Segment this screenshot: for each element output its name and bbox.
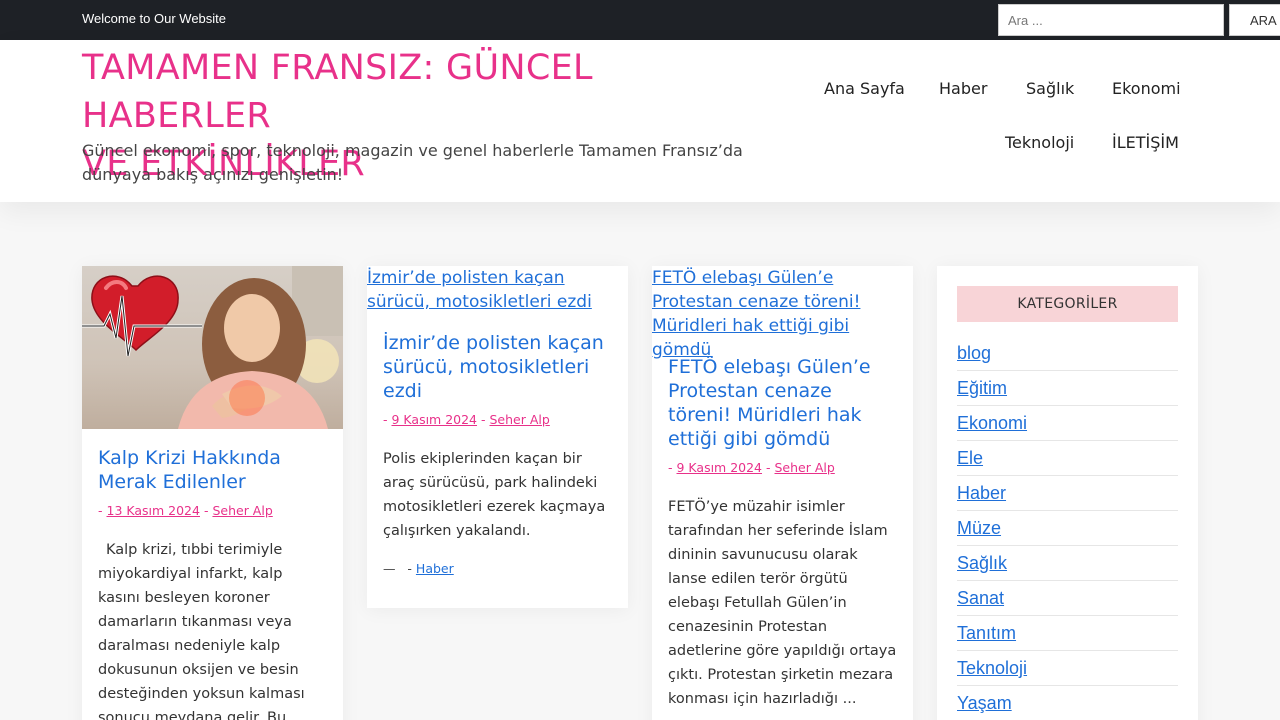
- list-item: Eğitim: [957, 371, 1178, 406]
- nav-item-saglik[interactable]: Sağlık: [1026, 79, 1074, 98]
- post-excerpt: Polis ekiplerinden kaçan bir araç sürücü…: [383, 451, 606, 539]
- post-image-broken[interactable]: İzmir’de polisten kaçan sürücü, motosikl…: [367, 266, 628, 314]
- post-title: İzmir’de polisten kaçan sürücü, motosikl…: [383, 331, 613, 403]
- heart-attack-illustration: [82, 266, 343, 429]
- nav-item-haber[interactable]: Haber: [939, 79, 987, 98]
- post-date-link[interactable]: 13 Kasım 2024: [107, 503, 200, 518]
- category-link-muze[interactable]: Müze: [957, 518, 1001, 539]
- category-link-tanitim[interactable]: Tanıtım: [957, 623, 1016, 644]
- post-author-link[interactable]: Seher Alp: [212, 503, 272, 518]
- top-bar: Welcome to Our Website ARA: [0, 0, 1280, 40]
- category-link-sanat[interactable]: Sanat: [957, 588, 1004, 609]
- post-thumbnail[interactable]: [82, 266, 343, 429]
- post-title: Kalp Krizi Hakkında Merak Edilenler: [98, 446, 328, 494]
- nav-item-ana-sayfa[interactable]: Ana Sayfa: [824, 79, 905, 98]
- list-item: blog: [957, 336, 1178, 371]
- sidebar-categories-widget: KATEGORİLER blog Eğitim Ekonomi Ele Habe…: [937, 266, 1198, 720]
- list-item: Teknoloji: [957, 651, 1178, 686]
- post-image-broken[interactable]: FETÖ elebaşı Gülen’e Protestan cenaze tö…: [652, 266, 913, 362]
- site-header: TAMAMEN FRANSIZ: GÜNCEL HABERLER VE ETKİ…: [0, 40, 1280, 202]
- category-link-ele[interactable]: Ele: [957, 448, 983, 469]
- category-link-egitim[interactable]: Eğitim: [957, 378, 1007, 399]
- search-input[interactable]: [998, 4, 1224, 36]
- meta-dash: -: [383, 412, 388, 427]
- meta-separator: -: [481, 412, 486, 427]
- list-item: Ekonomi: [957, 406, 1178, 441]
- post-title-link[interactable]: Kalp Krizi Hakkında Merak Edilenler: [98, 447, 281, 493]
- post-author-link[interactable]: Seher Alp: [490, 412, 550, 427]
- list-item: Haber: [957, 476, 1178, 511]
- list-item: Sağlık: [957, 546, 1178, 581]
- category-link-haber[interactable]: Haber: [957, 483, 1006, 504]
- welcome-text: Welcome to Our Website: [82, 11, 227, 26]
- post-title: FETÖ elebaşı Gülen’e Protestan cenaze tö…: [668, 355, 898, 451]
- site-title-line-1: TAMAMEN FRANSIZ: GÜNCEL HABERLER: [82, 48, 593, 136]
- list-item: Ele: [957, 441, 1178, 476]
- post-excerpt: Kalp krizi, tıbbi terimiyle miyokardiyal…: [98, 542, 305, 720]
- site-tagline: Güncel ekonomi, spor, teknoloji, magazin…: [82, 141, 743, 184]
- category-link-blog[interactable]: blog: [957, 343, 991, 364]
- footer-separator: -: [407, 561, 412, 576]
- post-excerpt: FETÖ’ye müzahir isimler tarafından her s…: [668, 499, 897, 707]
- nav-item-teknoloji[interactable]: Teknoloji: [1005, 133, 1074, 152]
- list-item: Müze: [957, 511, 1178, 546]
- post-date-link[interactable]: 9 Kasım 2024: [392, 412, 478, 427]
- list-item: Tanıtım: [957, 616, 1178, 651]
- post-card: Kalp Krizi Hakkında Merak Edilenler - 13…: [82, 266, 343, 720]
- meta-dash: -: [98, 503, 103, 518]
- post-date-link[interactable]: 9 Kasım 2024: [677, 460, 763, 475]
- post-card: FETÖ elebaşı Gülen’e Protestan cenaze tö…: [652, 266, 913, 720]
- search-button[interactable]: ARA: [1229, 4, 1280, 36]
- post-author-link[interactable]: Seher Alp: [775, 460, 835, 475]
- widget-title: KATEGORİLER: [957, 286, 1178, 322]
- list-item: Sanat: [957, 581, 1178, 616]
- nav-item-iletisim[interactable]: İLETİŞİM: [1112, 133, 1179, 152]
- category-link-ekonomi[interactable]: Ekonomi: [957, 413, 1027, 434]
- post-card: İzmir’de polisten kaçan sürücü, motosikl…: [367, 266, 628, 608]
- category-list: blog Eğitim Ekonomi Ele Haber Müze Sağlı…: [957, 336, 1178, 720]
- meta-dash: -: [668, 460, 673, 475]
- nav-item-ekonomi[interactable]: Ekonomi: [1112, 79, 1181, 98]
- post-title-link[interactable]: İzmir’de polisten kaçan sürücü, motosikl…: [383, 332, 604, 402]
- list-item: Yaşam: [957, 686, 1178, 720]
- meta-separator: -: [766, 460, 771, 475]
- post-meta: - 13 Kasım 2024 - Seher Alp: [98, 502, 328, 520]
- post-category-link[interactable]: Haber: [416, 561, 454, 576]
- category-link-teknoloji[interactable]: Teknoloji: [957, 658, 1027, 679]
- post-meta: - 9 Kasım 2024 - Seher Alp: [383, 411, 613, 429]
- post-title-link[interactable]: FETÖ elebaşı Gülen’e Protestan cenaze tö…: [668, 356, 871, 450]
- post-footer: — - Haber: [383, 561, 613, 576]
- post-meta: - 9 Kasım 2024 - Seher Alp: [668, 459, 898, 477]
- category-link-yasam[interactable]: Yaşam: [957, 693, 1012, 714]
- category-link-saglik[interactable]: Sağlık: [957, 553, 1007, 574]
- meta-separator: -: [203, 503, 209, 518]
- footer-dash: —: [383, 561, 396, 576]
